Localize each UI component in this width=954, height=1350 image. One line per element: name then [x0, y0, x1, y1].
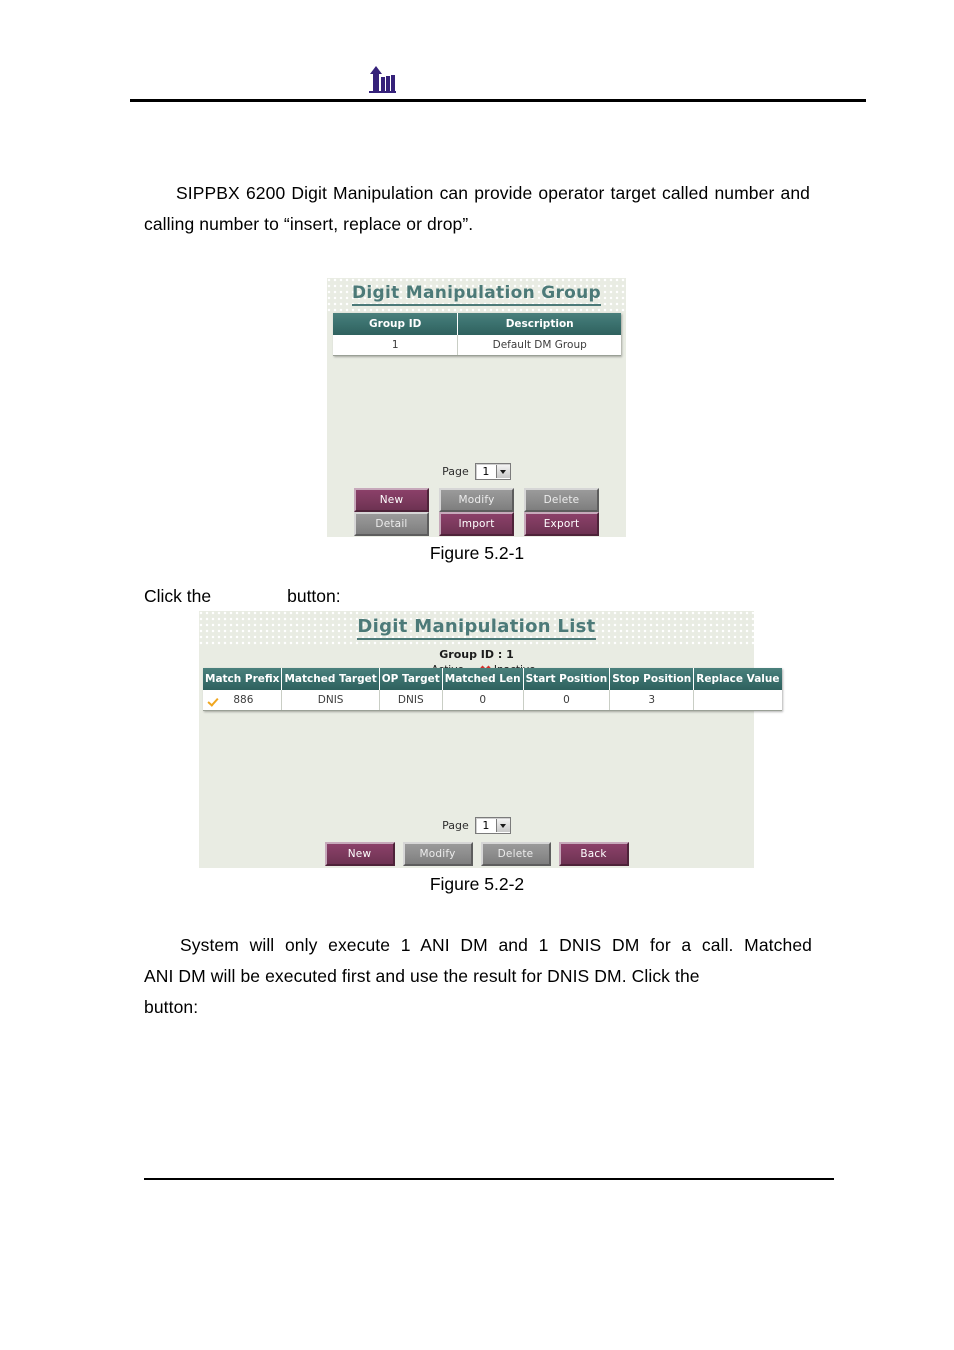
cell-group-id: 1 [333, 335, 459, 356]
page-select-value: 1 [482, 819, 490, 832]
click-line-before: Click the [144, 586, 212, 606]
page-label: Page [442, 465, 469, 478]
page-label: Page [442, 819, 469, 832]
cell-start-position: 0 [523, 690, 611, 711]
intro-paragraph-text: SIPPBX 6200 Digit Manipulation can provi… [144, 183, 810, 234]
panel-title-digit-manipulation-list: Digit Manipulation List [199, 616, 754, 640]
column-header-matched-target: Matched Target [281, 668, 380, 690]
figure-1-button-row-bottom: Detail Import Export [327, 512, 626, 536]
group-id-label: Group ID : 1 [439, 648, 514, 661]
page-select-value: 1 [482, 465, 490, 478]
click-the-button-line: Click the button: [144, 582, 810, 610]
column-header-matched-len: Matched Len [442, 668, 524, 690]
table-header-row: Match Prefix Matched Target OP Target Ma… [203, 668, 782, 690]
chevron-down-icon[interactable] [495, 465, 510, 478]
arrow-building-logo-icon [360, 62, 406, 96]
cell-matched-target: DNIS [281, 690, 380, 711]
digit-manipulation-list-table: Match Prefix Matched Target OP Target Ma… [203, 668, 782, 711]
panel-title-digit-manipulation-group: Digit Manipulation Group [327, 283, 626, 306]
closing-paragraph: System will only execute 1 ANI DM and 1 … [144, 930, 812, 1023]
table-row[interactable]: 886 DNIS DNIS 0 0 3 [203, 690, 782, 711]
header-divider [130, 99, 866, 102]
modify-button[interactable]: Modify [439, 488, 514, 512]
cell-op-target: DNIS [379, 690, 443, 711]
row-status-active-check-icon [209, 695, 220, 706]
click-line-after: button: [287, 586, 341, 606]
intro-paragraph: SIPPBX 6200 Digit Manipulation can provi… [144, 178, 810, 240]
import-button[interactable]: Import [439, 512, 514, 536]
column-header-description: Description [457, 313, 621, 335]
table-header-row: Group ID Description [333, 313, 621, 335]
cell-stop-position: 3 [609, 690, 695, 711]
closing-paragraph-line-3: button: [144, 997, 199, 1017]
cell-replace-value [693, 690, 782, 711]
table-row[interactable]: 1 Default DM Group [333, 335, 621, 356]
modify-button[interactable]: Modify [402, 842, 473, 866]
back-button[interactable]: Back [558, 842, 629, 866]
page-select[interactable]: 1 [474, 463, 511, 480]
export-button[interactable]: Export [524, 512, 599, 536]
page-selector-row-2: Page 1 [199, 817, 754, 834]
cell-match-prefix: 886 [203, 690, 283, 711]
figure-1-screenshot: Digit Manipulation Group Group ID Descri… [327, 278, 626, 537]
column-header-replace-value: Replace Value [693, 668, 782, 690]
delete-button[interactable]: Delete [480, 842, 551, 866]
chevron-down-icon[interactable] [495, 819, 510, 832]
cell-description: Default DM Group [457, 335, 621, 356]
figure-1-caption: Figure 5.2-1 [429, 543, 525, 563]
cell-match-prefix-value: 886 [233, 694, 254, 706]
delete-button[interactable]: Delete [524, 488, 599, 512]
closing-paragraph-line-1: System will only execute 1 ANI DM and 1 … [180, 935, 812, 955]
column-header-group-id: Group ID [333, 313, 459, 335]
column-header-op-target: OP Target [379, 668, 443, 690]
figure-2-button-row: New Modify Delete Back [199, 842, 754, 866]
digit-manipulation-group-table: Group ID Description 1 Default DM Group [333, 313, 621, 356]
page-selector-row: Page 1 [327, 463, 626, 480]
column-header-start-position: Start Position [523, 668, 611, 690]
column-header-stop-position: Stop Position [609, 668, 695, 690]
figure-2-screenshot: Digit Manipulation List Group ID : 1 Act… [199, 611, 782, 868]
figure-1-button-row-top: New Modify Delete [327, 488, 626, 512]
page-header [0, 0, 954, 104]
column-header-match-prefix: Match Prefix [203, 668, 283, 690]
figure-2-caption: Figure 5.2-2 [429, 874, 525, 894]
new-button[interactable]: New [354, 488, 429, 512]
new-button[interactable]: New [324, 842, 395, 866]
footer-divider [144, 1178, 834, 1180]
cell-matched-len: 0 [442, 690, 524, 711]
detail-button[interactable]: Detail [354, 512, 429, 536]
closing-paragraph-line-2: ANI DM will be executed first and use th… [144, 966, 700, 986]
page-select[interactable]: 1 [474, 817, 511, 834]
